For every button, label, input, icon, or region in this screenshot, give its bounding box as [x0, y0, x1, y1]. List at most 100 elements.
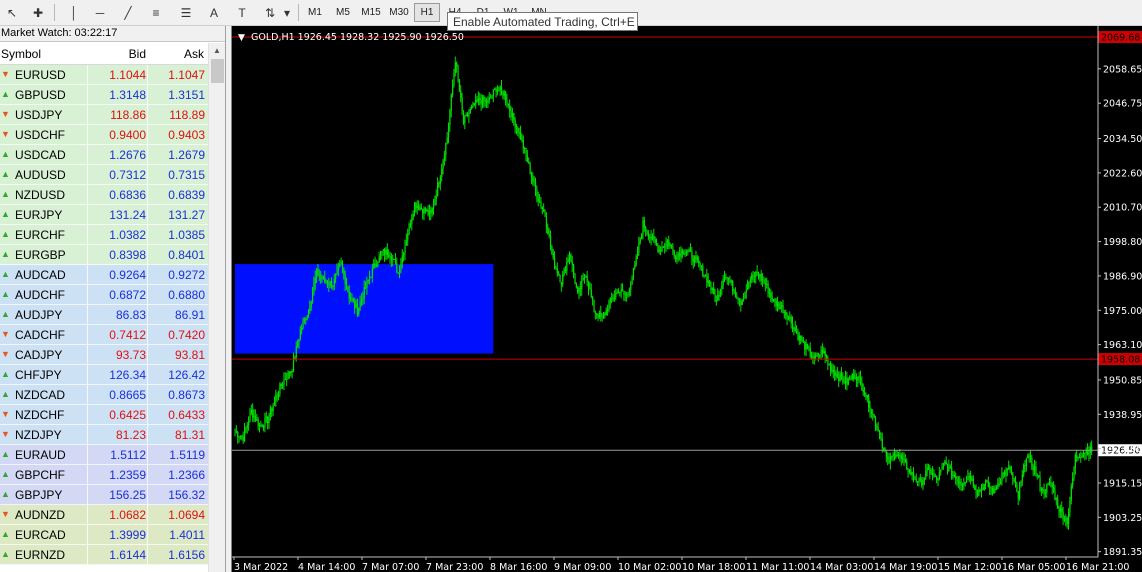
candle-body	[397, 272, 399, 274]
candle-body	[400, 263, 402, 271]
market-row-eurnzd[interactable]: ▲ EURNZD 1.6144 1.6156	[0, 545, 208, 565]
symbol-name: GBPCHF	[15, 468, 66, 482]
candle-body	[911, 472, 913, 475]
cell-separator	[87, 525, 88, 545]
timeframe-m15[interactable]: M15	[358, 3, 384, 22]
crosshair-icon[interactable]: ✚	[28, 2, 48, 23]
market-row-eurcad[interactable]: ▲ EURCAD 1.3999 1.4011	[0, 525, 208, 545]
candle-body	[963, 483, 965, 485]
market-watch-scrollbar[interactable]: ▲	[208, 43, 225, 572]
candle-body	[510, 110, 512, 118]
market-row-nzdchf[interactable]: ▼ NZDCHF 0.6425 0.6433	[0, 405, 208, 425]
market-row-nzdjpy[interactable]: ▼ NZDJPY 81.23 81.31	[0, 425, 208, 445]
timeframe-m1[interactable]: M1	[302, 3, 328, 22]
candle-body	[815, 355, 817, 357]
text-label-icon[interactable]: T	[232, 2, 252, 23]
candle-body	[437, 182, 439, 196]
candle-body	[990, 487, 992, 489]
market-row-gbpjpy[interactable]: ▲ GBPJPY 156.25 156.32	[0, 485, 208, 505]
scroll-thumb[interactable]	[211, 59, 224, 83]
candle-body	[288, 371, 291, 374]
market-row-audcad[interactable]: ▲ AUDCAD 0.9264 0.9272	[0, 265, 208, 285]
candle-body	[386, 249, 388, 256]
candle-body	[326, 282, 329, 285]
market-row-usdcad[interactable]: ▲ USDCAD 1.2676 1.2679	[0, 145, 208, 165]
ask-price: 1.2366	[168, 468, 205, 482]
market-row-usdjpy[interactable]: ▼ USDJPY 118.86 118.89	[0, 105, 208, 125]
candle-body	[745, 289, 747, 293]
column-header-ask[interactable]: Ask	[184, 47, 204, 61]
arrow-up-icon: ▲	[1, 89, 10, 99]
chart-window[interactable]: 2069.68 1958.08 1926.50 2058.65 2046.75 2034.…	[231, 26, 1142, 572]
symbol-name: EURJPY	[15, 208, 63, 222]
candle-body	[685, 252, 688, 254]
time-tick-label: 10 Mar 18:00	[682, 562, 745, 572]
cursor-icon[interactable]: ↖	[2, 2, 22, 23]
timeframe-h1[interactable]: H1	[414, 3, 440, 22]
price-chart[interactable]: 2069.681958.081926.502058.652046.752034.…	[232, 26, 1142, 572]
market-row-nzdcad[interactable]: ▲ NZDCAD 0.8665 0.8673	[0, 385, 208, 405]
cell-separator	[147, 325, 148, 345]
market-row-gbpusd[interactable]: ▲ GBPUSD 1.3148 1.3151	[0, 85, 208, 105]
candle-body	[551, 246, 553, 254]
horizontal-line-icon[interactable]: ─	[90, 2, 110, 23]
market-row-chfjpy[interactable]: ▲ CHFJPY 126.34 126.42	[0, 365, 208, 385]
candle-body	[800, 335, 802, 341]
time-tick-label: 14 Mar 19:00	[874, 562, 937, 572]
candle-body	[964, 481, 966, 484]
market-row-cadjpy[interactable]: ▼ CADJPY 93.73 93.81	[0, 345, 208, 365]
candle-body	[261, 424, 263, 427]
market-row-nzdusd[interactable]: ▲ NZDUSD 0.6836 0.6839	[0, 185, 208, 205]
market-row-gbpchf[interactable]: ▲ GBPCHF 1.2359 1.2366	[0, 465, 208, 485]
scroll-up-icon[interactable]: ▲	[213, 46, 221, 55]
candle-body	[1050, 482, 1052, 484]
trendline-icon[interactable]: ╱	[118, 2, 138, 23]
candle-body	[1055, 498, 1057, 500]
timeframe-m5[interactable]: M5	[330, 3, 356, 22]
candle-body	[435, 195, 437, 199]
cell-separator	[87, 345, 88, 365]
candle-body	[1082, 452, 1085, 456]
text-icon[interactable]: A	[204, 2, 224, 23]
candle-body	[273, 400, 276, 406]
candle-body	[636, 252, 639, 257]
candle-body	[976, 492, 979, 496]
market-row-audnzd[interactable]: ▼ AUDNZD 1.0682 1.0694	[0, 505, 208, 525]
vertical-line-icon[interactable]: │	[64, 2, 84, 23]
candle-body	[918, 478, 920, 483]
column-header-symbol[interactable]: Symbol	[1, 47, 41, 61]
timeframe-m30[interactable]: M30	[386, 3, 412, 22]
market-row-euraud[interactable]: ▲ EURAUD 1.5112 1.5119	[0, 445, 208, 465]
candle-body	[1034, 466, 1036, 471]
market-row-eurjpy[interactable]: ▲ EURJPY 131.24 131.27	[0, 205, 208, 225]
candle-body	[819, 354, 821, 356]
market-row-audusd[interactable]: ▲ AUDUSD 0.7312 0.7315	[0, 165, 208, 185]
market-row-eurusd[interactable]: ▼ EURUSD 1.1044 1.1047	[0, 65, 208, 85]
cell-separator	[147, 185, 148, 205]
market-row-eurgbp[interactable]: ▲ EURGBP 0.8398 0.8401	[0, 245, 208, 265]
market-row-eurchf[interactable]: ▲ EURCHF 1.0382 1.0385	[0, 225, 208, 245]
candle-body	[525, 148, 527, 156]
candle-body	[677, 253, 679, 255]
cell-separator	[87, 285, 88, 305]
candle-body	[298, 338, 300, 344]
equidistant-channel-icon[interactable]: ≡	[146, 2, 166, 23]
candle-body	[805, 343, 807, 350]
price-tick-label: 1950.85	[1103, 375, 1142, 386]
candle-body	[381, 251, 383, 254]
arrows-icon[interactable]: ⇅	[260, 2, 280, 23]
dropdown-icon[interactable]: ▾	[282, 2, 292, 23]
market-row-cadchf[interactable]: ▼ CADCHF 0.7412 0.7420	[0, 325, 208, 345]
market-row-usdchf[interactable]: ▼ USDCHF 0.9400 0.9403	[0, 125, 208, 145]
candle-body	[453, 72, 455, 85]
fibonacci-icon[interactable]: ☰	[176, 2, 196, 23]
candle-body	[785, 312, 787, 316]
candle-body	[332, 286, 334, 288]
market-row-audjpy[interactable]: ▲ AUDJPY 86.83 86.91	[0, 305, 208, 325]
bid-price: 0.9400	[109, 128, 146, 142]
column-header-bid[interactable]: Bid	[129, 47, 146, 61]
candle-body	[503, 92, 505, 96]
candle-body	[1029, 455, 1032, 458]
market-row-audchf[interactable]: ▲ AUDCHF 0.6872 0.6880	[0, 285, 208, 305]
bid-price: 1.0682	[109, 508, 146, 522]
